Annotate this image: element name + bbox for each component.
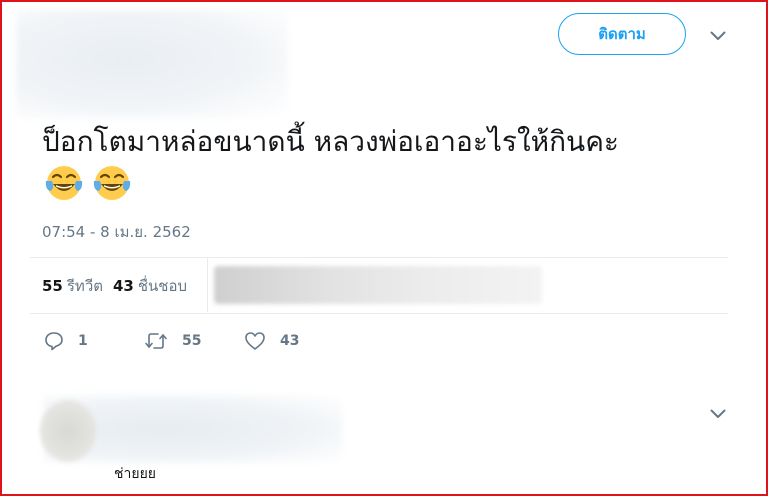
reply-button[interactable]: 1 [44, 331, 144, 351]
tweet-stats: 55 รีทวีต 43 ชื่นชอบ [42, 274, 187, 298]
tears-of-joy-emoji-icon [45, 166, 83, 200]
retweet-icon [145, 333, 167, 349]
chevron-down-icon[interactable] [708, 404, 728, 424]
retweet-stat-count: 55 [42, 277, 63, 295]
tweet-text: ป็อกโตมาหล่อขนาดนี้ หลวงพ่อเอาอะไรให้กิน… [42, 125, 619, 158]
stats-separator [207, 258, 208, 312]
chevron-down-icon[interactable] [708, 26, 728, 46]
emoji-row [44, 163, 132, 203]
divider [30, 313, 728, 314]
avatar[interactable] [40, 400, 96, 462]
reply-count: 1 [78, 333, 88, 349]
like-stat-count: 43 [112, 277, 134, 295]
retweet-count: 55 [182, 333, 202, 349]
tears-of-joy-emoji-icon [93, 166, 131, 200]
like-stat[interactable]: 43 ชื่นชอบ [113, 274, 187, 298]
blurred-user-header [16, 10, 288, 118]
retweet-stat-label: รีทวีต [66, 277, 103, 295]
tweet-timestamp[interactable]: 07:54 - 8 เม.ย. 2562 [42, 220, 191, 244]
reply-icon [45, 332, 63, 351]
blurred-likers-avatars [214, 266, 542, 304]
retweet-stat[interactable]: 55 รีทวีต [42, 274, 103, 298]
follow-button[interactable]: ติดตาม [558, 13, 686, 55]
heart-icon [245, 332, 265, 350]
like-count: 43 [280, 333, 300, 349]
divider [30, 257, 728, 258]
reply-text: ช่ายยย [114, 466, 156, 482]
tweet-actions: 1 55 43 [44, 331, 299, 351]
retweet-button[interactable]: 55 [144, 331, 244, 351]
like-stat-label: ชื่นชอบ [137, 277, 188, 295]
like-button[interactable]: 43 [244, 331, 299, 351]
